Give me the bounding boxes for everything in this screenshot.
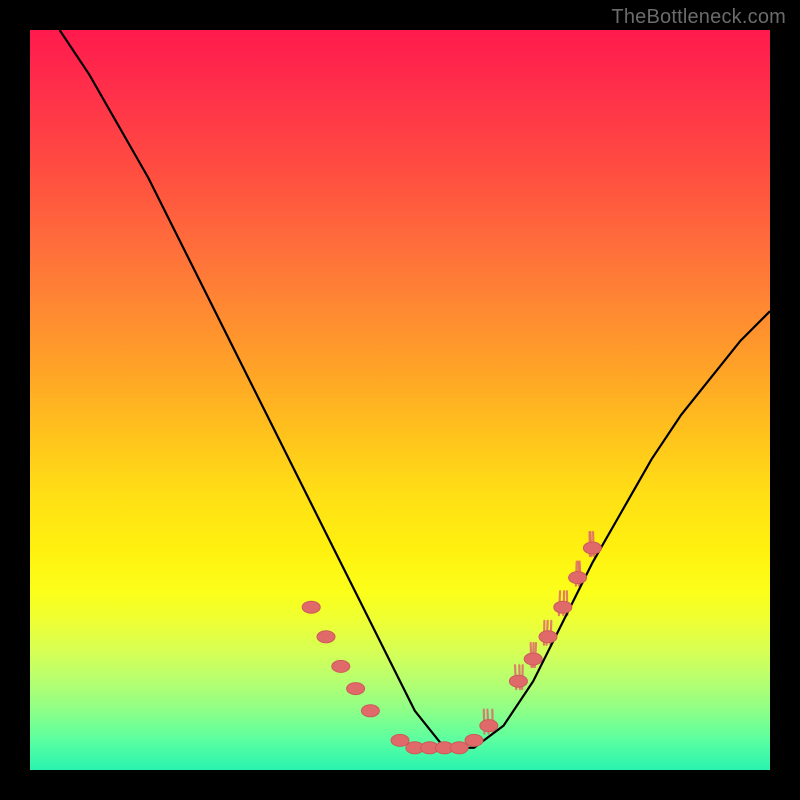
highlight-dot [347, 683, 365, 695]
chart-svg [30, 30, 770, 770]
highlight-dot [391, 734, 409, 746]
highlight-dot [583, 542, 601, 554]
highlight-dot [361, 705, 379, 717]
highlight-dot [539, 631, 557, 643]
highlight-dot [302, 601, 320, 613]
highlight-dot [332, 660, 350, 672]
highlight-dot [524, 653, 542, 665]
highlight-dot [569, 572, 587, 584]
highlight-dot [480, 720, 498, 732]
tick-cluster [484, 532, 594, 734]
plot-area [30, 30, 770, 770]
highlight-dot [509, 675, 527, 687]
highlight-dot [317, 631, 335, 643]
chart-frame: TheBottleneck.com [0, 0, 800, 800]
watermark-text: TheBottleneck.com [611, 6, 786, 29]
highlight-dot [450, 742, 468, 754]
highlight-dot [554, 601, 572, 613]
highlight-dot [465, 734, 483, 746]
bottleneck-curve [60, 30, 770, 748]
